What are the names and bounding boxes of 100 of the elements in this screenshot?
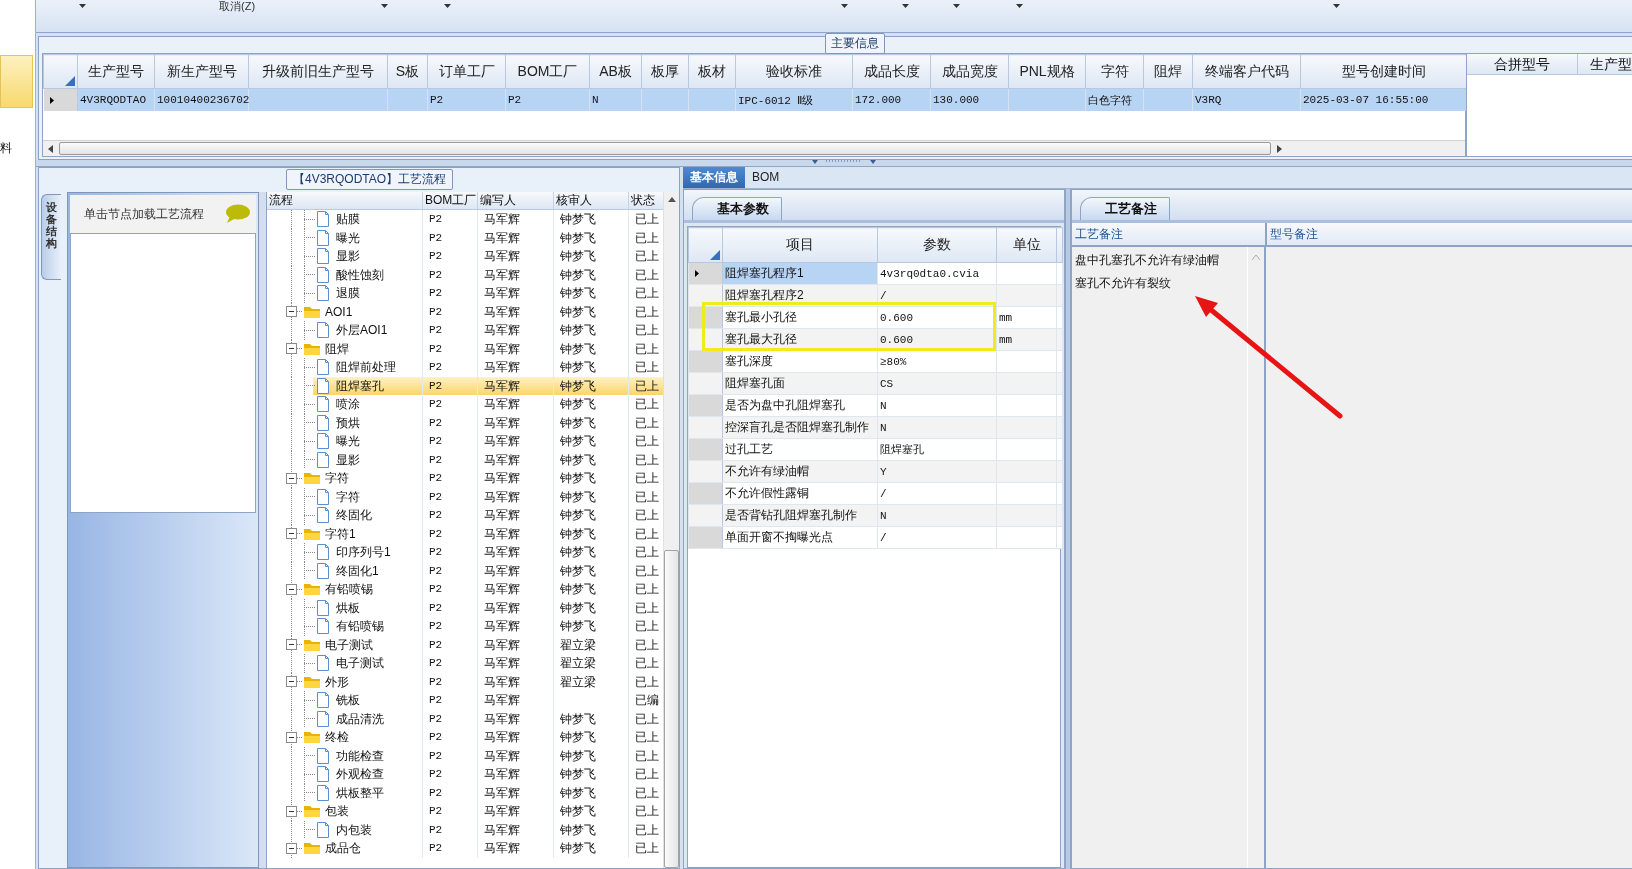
caret-icon[interactable] xyxy=(953,4,961,8)
tree-row[interactable]: 外层AOI1 P2 马军辉 钟梦飞 已上 xyxy=(267,321,663,340)
table-cell: 已上 xyxy=(635,341,659,356)
column-header[interactable]: 编写人 xyxy=(478,192,554,209)
column-header[interactable]: 生产型号 xyxy=(77,54,155,89)
tab[interactable]: BOM xyxy=(745,167,787,188)
collapse-toggle[interactable] xyxy=(286,805,297,817)
collapse-toggle[interactable] xyxy=(286,731,297,743)
table-cell: 已上 xyxy=(635,619,659,633)
caret-icon[interactable] xyxy=(79,4,86,8)
column-header[interactable]: 参数 xyxy=(877,227,997,263)
scrollbar-thumb[interactable] xyxy=(59,142,1271,155)
caret-icon[interactable] xyxy=(1016,4,1024,8)
column-header[interactable]: 新生产型号 xyxy=(154,54,249,89)
collapse-toggle[interactable] xyxy=(286,842,297,854)
column-header[interactable]: 板材 xyxy=(688,54,736,89)
collapse-toggle[interactable] xyxy=(286,343,297,355)
horizontal-scrollbar[interactable] xyxy=(43,140,1465,156)
table-cell: 已上 xyxy=(635,563,659,578)
collapse-toggle[interactable] xyxy=(286,583,297,595)
scrollbar-thumb[interactable] xyxy=(664,550,679,868)
tree-row[interactable]: 成品清洗 P2 马军辉 钟梦飞 已上 xyxy=(267,709,663,728)
column-header[interactable]: 型号创建时间 xyxy=(1300,54,1467,89)
collapse-toggle[interactable] xyxy=(286,472,297,484)
cancel-button[interactable]: 取消(Z) xyxy=(219,0,256,12)
tree-row[interactable]: 字符 P2 马军辉 钟梦飞 已上 xyxy=(267,469,663,488)
tree-row[interactable]: 曝光 P2 马军辉 钟梦飞 已上 xyxy=(267,432,663,451)
tree-row[interactable]: 显影 P2 马军辉 钟梦飞 已上 xyxy=(267,450,663,469)
column-header[interactable]: 项目 xyxy=(722,227,878,263)
tree-row[interactable]: 阻焊前处理 P2 马军辉 钟梦飞 已上 xyxy=(267,358,663,377)
column-header[interactable]: 阻焊 xyxy=(1143,54,1193,89)
tree-row[interactable]: 显影 P2 马军辉 钟梦飞 已上 xyxy=(267,247,663,266)
scroll-up-icon[interactable] xyxy=(667,197,676,202)
caret-icon[interactable] xyxy=(444,4,452,8)
column-header[interactable]: S板 xyxy=(387,54,428,89)
column-header[interactable]: PNL规格 xyxy=(1008,54,1086,89)
column-header[interactable]: 订单工厂 xyxy=(427,54,506,89)
tree-row[interactable]: 退膜 P2 马军辉 钟梦飞 已上 xyxy=(267,284,663,303)
column-header[interactable]: 成品长度 xyxy=(852,54,931,89)
column-header[interactable]: AB板 xyxy=(589,54,642,89)
table-cell: N xyxy=(880,509,887,522)
column-header[interactable]: 型号备注 xyxy=(1267,223,1318,245)
tree-row[interactable]: 包装 P2 马军辉 钟梦飞 已上 xyxy=(267,802,663,821)
caret-icon[interactable] xyxy=(841,4,849,8)
tree-row[interactable]: 外形 P2 马军辉 翟立梁 已上 xyxy=(267,672,663,691)
tree-row[interactable]: 终检 P2 马军辉 钟梦飞 已上 xyxy=(267,728,663,747)
splitter-grip-icon[interactable] xyxy=(812,160,876,165)
caret-icon[interactable] xyxy=(1333,4,1341,8)
tree-row[interactable]: 贴膜 P2 马军辉 钟梦飞 已上 xyxy=(267,210,663,229)
tree-row[interactable]: 字符 P2 马军辉 钟梦飞 已上 xyxy=(267,487,663,506)
tree-row[interactable]: 喷涂 P2 马军辉 钟梦飞 已上 xyxy=(267,395,663,414)
collapse-toggle[interactable] xyxy=(286,528,297,540)
collapse-toggle[interactable] xyxy=(286,639,297,651)
column-header[interactable]: 升级前旧生产型号 xyxy=(248,54,388,89)
column-header[interactable]: 验收标准 xyxy=(735,54,853,89)
tree-row[interactable]: 外观检查 P2 马军辉 钟梦飞 已上 xyxy=(267,765,663,784)
nav-item[interactable]: 料 xyxy=(0,141,35,155)
tree-row[interactable]: 铣板 P2 马军辉 已编 xyxy=(267,691,663,710)
tree-row[interactable]: 曝光 P2 马军辉 钟梦飞 已上 xyxy=(267,228,663,247)
column-header[interactable]: 终端客户代码 xyxy=(1192,54,1301,89)
tree-row[interactable]: 字符1 P2 马军辉 钟梦飞 已上 xyxy=(267,524,663,543)
node-label: 有铅喷锡 xyxy=(336,618,384,635)
column-header[interactable]: BOM工厂 xyxy=(423,192,478,209)
caret-icon[interactable] xyxy=(381,4,389,8)
tree-row[interactable]: 烘板 P2 马军辉 钟梦飞 已上 xyxy=(267,598,663,617)
column-header[interactable]: 核审人 xyxy=(554,192,629,209)
collapse-toggle[interactable] xyxy=(286,306,297,318)
tree-row[interactable]: 印序列号1 P2 马军辉 钟梦飞 已上 xyxy=(267,543,663,562)
tab[interactable]: 基本信息 xyxy=(683,167,745,188)
vertical-scrollbar[interactable] xyxy=(663,192,679,868)
tree-row[interactable]: 终固化 P2 马军辉 钟梦飞 已上 xyxy=(267,506,663,525)
scroll-right-icon[interactable] xyxy=(1277,144,1282,153)
column-header[interactable]: 流程 xyxy=(267,192,423,209)
tab[interactable]: 工艺备注 xyxy=(1080,197,1170,220)
tree-row[interactable]: 功能检查 P2 马军辉 钟梦飞 已上 xyxy=(267,746,663,765)
column-header[interactable]: 板厚 xyxy=(641,54,689,89)
side-tab[interactable]: 设备结构 xyxy=(41,194,61,281)
tree-row[interactable]: 电子测试 P2 马军辉 翟立梁 已上 xyxy=(267,654,663,673)
column-header[interactable]: BOM工厂 xyxy=(505,54,590,89)
tree-row[interactable]: 电子测试 P2 马军辉 翟立梁 已上 xyxy=(267,635,663,654)
column-header[interactable]: 生产型 xyxy=(1578,54,1632,74)
tree-row[interactable]: AOI1 P2 马军辉 钟梦飞 已上 xyxy=(267,302,663,321)
column-header[interactable]: 字符 xyxy=(1085,54,1144,89)
column-header[interactable]: 工艺备注 xyxy=(1072,223,1267,245)
tree-row[interactable]: 烘板整平 P2 马军辉 钟梦飞 已上 xyxy=(267,783,663,802)
tree-row[interactable]: 终固化1 P2 马军辉 钟梦飞 已上 xyxy=(267,561,663,580)
column-header[interactable]: 合拼型号 xyxy=(1467,54,1578,74)
tree-row[interactable]: 成品仓 P2 马军辉 钟梦飞 已上 xyxy=(267,839,663,858)
column-header[interactable]: 成品宽度 xyxy=(930,54,1009,89)
caret-icon[interactable] xyxy=(902,4,910,8)
tree-row[interactable]: 阻焊 P2 马军辉 钟梦飞 已上 xyxy=(267,339,663,358)
tab[interactable]: 基本参数 xyxy=(692,197,782,220)
tree-row[interactable]: 酸性蚀刻 P2 马军辉 钟梦飞 已上 xyxy=(267,265,663,284)
tree-row[interactable]: 预烘 P2 马军辉 钟梦飞 已上 xyxy=(267,413,663,432)
collapse-toggle[interactable] xyxy=(286,676,297,688)
tree-row[interactable]: 有铅喷锡 P2 马军辉 钟梦飞 已上 xyxy=(267,580,663,599)
tree-row[interactable]: 内包装 P2 马军辉 钟梦飞 已上 xyxy=(267,820,663,839)
column-header[interactable]: 单位 xyxy=(996,227,1057,263)
scroll-left-icon[interactable] xyxy=(48,144,53,153)
tree-row[interactable]: 有铅喷锡 P2 马军辉 钟梦飞 已上 xyxy=(267,617,663,636)
